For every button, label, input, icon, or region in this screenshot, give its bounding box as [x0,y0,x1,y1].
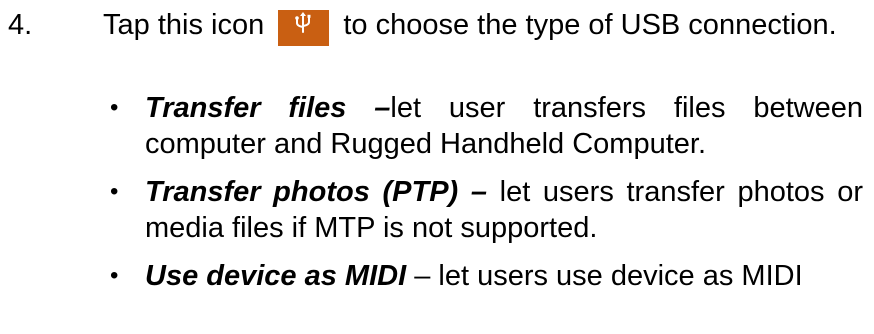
step-number: 4. [8,9,33,41]
usb-options-list: • Transfer files –let user transfers fil… [108,90,863,306]
usb-icon [278,10,330,46]
bullet-icon: • [110,178,119,205]
step-text-after-icon: to choose the type of USB connection. [343,9,837,41]
step-text-before-icon: Tap this icon [103,9,265,41]
list-item-transfer-photos: • Transfer photos (PTP) – let users tran… [108,174,863,246]
option-term: Transfer files – [145,92,391,124]
option-term: Transfer photos (PTP) – [145,176,487,208]
bullet-icon: • [110,94,119,121]
list-item-midi: • Use device as MIDI – let users use dev… [108,258,863,294]
option-description: – let users use device as MIDI [406,260,803,292]
step-instruction: Tap this icon to choose the type of USB … [103,7,863,46]
option-term: Use device as MIDI [145,260,407,292]
list-item-transfer-files: • Transfer files –let user transfers fil… [108,90,863,162]
bullet-icon: • [110,262,119,289]
